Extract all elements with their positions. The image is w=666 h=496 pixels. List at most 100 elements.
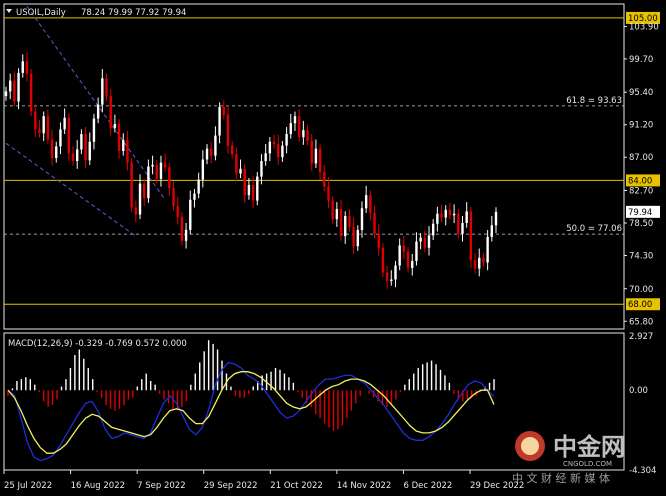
candle-body: [415, 241, 418, 261]
watermark-url: CNGOLD.COM: [563, 460, 612, 468]
candle-body: [385, 272, 389, 282]
candle-body: [297, 116, 301, 138]
candle-body: [147, 166, 150, 199]
candle-body: [444, 209, 447, 218]
candle-body: [318, 148, 322, 172]
candle-body: [172, 188, 175, 206]
price-tick-label: 91.20: [629, 121, 653, 131]
watermark-brand: 中金网: [553, 433, 625, 461]
candle-body: [117, 123, 121, 152]
candle-body: [373, 212, 376, 234]
macd-histogram: [7, 340, 495, 432]
symbol-label: USOIL,Daily: [16, 8, 66, 18]
candle-body: [256, 176, 259, 201]
candle-body: [377, 233, 380, 248]
candle-body: [130, 162, 133, 208]
candle-body: [96, 104, 100, 119]
candle-body: [176, 205, 179, 217]
candle-body: [461, 222, 464, 234]
candle-body: [352, 226, 355, 247]
price-chart[interactable]: 61.8 = 93.6350.0 = 77.06 105.0084.0068.0…: [0, 0, 666, 496]
candle-body: [105, 78, 108, 97]
candle-body: [25, 61, 29, 74]
horizontal-levels: 61.8 = 93.63 50.0 = 77.06: [4, 17, 624, 305]
candle-body: [113, 123, 117, 128]
candle-body: [306, 130, 309, 141]
candle-body: [180, 216, 184, 241]
watermark: 中金网 CNGOLD.COM 中 文 财 经 新 媒 体: [508, 426, 658, 486]
candle-body: [163, 162, 167, 168]
candle-body: [486, 236, 489, 263]
time-tick-label: 6 Dec 2022: [403, 481, 452, 491]
candle-body: [339, 209, 343, 237]
channel-lower-line: [5, 142, 137, 237]
price-tick-label: 78.50: [629, 219, 653, 229]
candle-body: [469, 211, 473, 261]
dropdown-arrow-icon[interactable]: [6, 9, 12, 13]
candle-body: [46, 116, 50, 140]
watermark-subtitle: 中 文 财 经 新 媒 体: [512, 471, 610, 485]
candle-body: [314, 148, 318, 164]
candle-body: [109, 96, 112, 128]
candle-body: [406, 251, 410, 268]
candle-body: [478, 257, 481, 269]
candle-body: [126, 140, 129, 163]
candle-body: [101, 78, 104, 105]
candle-body: [473, 260, 477, 269]
candle-body: [42, 116, 45, 134]
candle-body: [344, 216, 347, 237]
price-tick-label: 95.40: [629, 88, 653, 98]
time-tick-label: 7 Sep 2022: [137, 481, 185, 491]
price-tick-label: 103.90: [629, 22, 659, 32]
price-axis: 105.0084.0068.00103.9099.7095.4091.2087.…: [624, 11, 660, 476]
time-tick-label: 21 Oct 2022: [270, 481, 323, 491]
time-tick-label: 29 Sep 2022: [204, 481, 258, 491]
fib-label: 61.8 = 93.63: [566, 96, 622, 106]
price-tick-label: 82.70: [629, 186, 653, 196]
candle-body: [226, 114, 230, 146]
price-tick-label: 99.70: [629, 55, 653, 65]
candle-body: [457, 213, 460, 234]
candle-body: [143, 183, 146, 199]
candle-body: [201, 159, 205, 180]
candle-body: [272, 141, 276, 145]
candle-body: [38, 129, 41, 134]
candle-body: [80, 134, 83, 150]
candle-body: [122, 140, 125, 152]
candle-body: [210, 148, 213, 156]
candle-body: [8, 80, 12, 92]
candle-body: [151, 164, 154, 167]
candle-body: [381, 247, 385, 273]
candle-body: [431, 223, 435, 236]
level-tag-label: 68.00: [628, 300, 652, 310]
candle-body: [436, 213, 439, 224]
candle-body: [205, 148, 209, 160]
candle-body: [13, 80, 16, 102]
candle-body: [323, 171, 326, 187]
candle-body: [360, 208, 364, 230]
time-tick-label: 16 Aug 2022: [71, 481, 125, 491]
candle-body: [59, 129, 62, 147]
trend-channel: [5, 6, 166, 237]
candle-body: [369, 195, 372, 213]
candle-body: [155, 164, 158, 179]
candle-body: [50, 139, 54, 158]
candle-body: [448, 209, 452, 216]
price-tick-label: 74.30: [629, 251, 653, 261]
candle-body: [310, 140, 313, 164]
candle-body: [398, 245, 401, 266]
candle-body: [423, 237, 427, 248]
candle-body: [251, 185, 255, 201]
channel-upper-line: [26, 6, 166, 201]
candle-body: [302, 130, 305, 138]
candle-body: [465, 211, 468, 223]
macd-lines: [7, 361, 495, 462]
candle-body: [494, 211, 498, 226]
candle-body: [239, 168, 242, 174]
candle-body: [331, 200, 334, 220]
candle-body: [138, 183, 142, 215]
candle-body: [29, 73, 33, 112]
time-axis: 25 Jul 2022 16 Aug 2022 7 Sep 2022 29 Sep 2…: [3, 470, 524, 491]
candle-body: [419, 237, 422, 242]
candle-body: [230, 145, 234, 155]
